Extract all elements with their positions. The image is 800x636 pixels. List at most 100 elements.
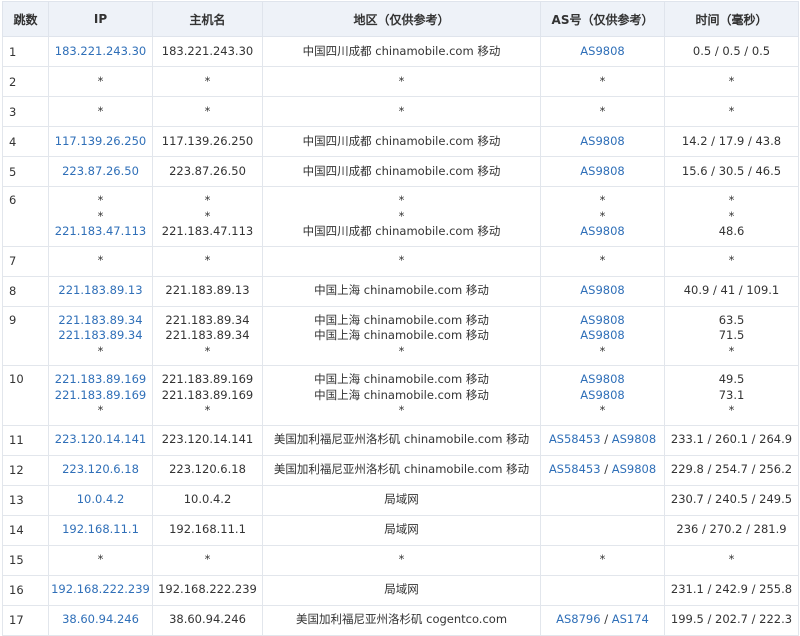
ip-line: 221.183.89.13 xyxy=(51,283,150,299)
region-line: 中国上海 chinamobile.com 移动 xyxy=(314,387,489,402)
host-line: 10.0.4.2 xyxy=(183,492,232,507)
as-cell: AS9808 xyxy=(540,126,665,157)
table-row: 5 223.87.26.50 223.87.26.50 中国四川成都 chinamob… xyxy=(2,156,799,187)
ip-line: 10.0.4.2 xyxy=(51,492,150,508)
time-cell: 40.9 / 41 / 109.1 xyxy=(664,275,799,307)
ip-line: 221.183.89.34 xyxy=(51,328,150,344)
as-link[interactable]: AS8796 xyxy=(556,612,600,626)
as-separator: / xyxy=(600,432,612,447)
ip-line: * xyxy=(97,73,104,88)
ip-link[interactable]: 221.183.89.169 xyxy=(55,372,146,386)
time-cell: 14.2 / 17.9 / 43.8 xyxy=(664,126,799,157)
as-line: AS9808 xyxy=(543,283,662,299)
ip-cell: 221.183.89.13 xyxy=(48,275,153,307)
region-cell: 美国加利福尼亚州洛杉矶 chinamobile.com 移动 xyxy=(262,454,541,486)
ip-link[interactable]: 38.60.94.246 xyxy=(62,612,139,626)
ip-link[interactable]: 192.168.11.1 xyxy=(62,522,139,536)
as-link[interactable]: AS9808 xyxy=(580,328,624,342)
host-line: * xyxy=(204,253,211,268)
region-line: * xyxy=(398,73,405,88)
time-line: * xyxy=(728,552,735,567)
as-cell: AS9808 xyxy=(540,275,665,307)
as-cell: AS9808 AS9808 * xyxy=(540,365,665,426)
ip-link[interactable]: 221.183.89.13 xyxy=(58,283,142,297)
as-line: AS58453 / AS9808 xyxy=(543,432,662,448)
region-cell: 美国加利福尼亚州洛杉矶 cogentco.com xyxy=(262,604,541,636)
ip-line: * xyxy=(97,103,104,118)
ip-cell: 192.168.11.1 xyxy=(48,514,153,546)
region-line: 局域网 xyxy=(384,492,419,507)
time-line: 230.7 / 240.5 / 249.5 xyxy=(670,492,793,507)
as-link[interactable]: AS9808 xyxy=(612,462,656,476)
ip-link[interactable]: 223.120.14.141 xyxy=(55,432,146,446)
ip-line: 221.183.89.34 xyxy=(51,313,150,329)
host-line: * xyxy=(204,208,211,223)
host-line: 223.120.6.18 xyxy=(169,462,246,477)
as-link[interactable]: AS9808 xyxy=(580,283,624,297)
as-line: AS9808 xyxy=(543,313,662,329)
time-line: 48.6 xyxy=(718,224,745,238)
table-row: 16 192.168.222.239 192.168.222.239 局域网 231.1… xyxy=(2,574,799,606)
time-line: 199.5 / 202.7 / 222.3 xyxy=(670,612,793,627)
as-line: * xyxy=(599,343,606,358)
as-link[interactable]: AS58453 xyxy=(549,462,601,476)
table-row: 7 * * * * * xyxy=(2,245,799,277)
hop-cell: 3 xyxy=(2,96,49,127)
as-link[interactable]: AS9808 xyxy=(580,134,624,148)
region-cell: 美国加利福尼亚州洛杉矶 chinamobile.com 移动 xyxy=(262,424,541,456)
ip-line: 221.183.47.113 xyxy=(51,224,150,240)
table-row: 12 223.120.6.18 223.120.6.18 美国加利福尼亚州洛杉矶 ch… xyxy=(2,454,799,486)
ip-link[interactable]: 223.87.26.50 xyxy=(62,164,139,178)
hop-cell: 9 xyxy=(2,305,49,366)
time-line: 0.5 / 0.5 / 0.5 xyxy=(692,43,771,58)
time-line: * xyxy=(728,343,735,358)
time-cell: * xyxy=(664,96,799,127)
host-cell: * xyxy=(152,66,263,97)
as-link[interactable]: AS9808 xyxy=(580,313,624,327)
time-line: * xyxy=(728,103,735,118)
as-link[interactable]: AS9808 xyxy=(612,432,656,446)
as-link[interactable]: AS9808 xyxy=(580,372,624,386)
region-line: * xyxy=(398,552,405,567)
host-line: * xyxy=(204,73,211,88)
table-row: 1 183.221.243.30 183.221.243.30 中国四川成都 chin… xyxy=(2,36,799,67)
ip-link[interactable]: 221.183.47.113 xyxy=(55,224,146,238)
ip-line: 223.120.6.18 xyxy=(51,462,150,478)
ip-link[interactable]: 221.183.89.34 xyxy=(58,313,142,327)
table-row: 13 10.0.4.2 10.0.4.2 局域网 230.7 / 240.5 / 249… xyxy=(2,484,799,516)
region-line: * xyxy=(398,403,405,417)
as-separator: / xyxy=(600,462,612,477)
as-line: * xyxy=(599,103,606,118)
region-line: 中国上海 chinamobile.com 移动 xyxy=(314,283,489,298)
time-line: 63.5 xyxy=(718,312,745,327)
header-time: 时间（毫秒） xyxy=(664,1,799,37)
as-link[interactable]: AS58453 xyxy=(549,432,601,446)
as-cell: * xyxy=(540,66,665,97)
ip-link[interactable]: 183.221.243.30 xyxy=(55,44,146,58)
region-line: 局域网 xyxy=(384,522,419,537)
ip-link[interactable]: 117.139.26.250 xyxy=(55,134,146,148)
time-cell: 233.1 / 260.1 / 264.9 xyxy=(664,424,799,456)
host-cell: 192.168.222.239 xyxy=(152,574,263,606)
region-line: * xyxy=(398,103,405,118)
host-cell: 192.168.11.1 xyxy=(152,514,263,546)
as-link[interactable]: AS9808 xyxy=(580,44,624,58)
ip-link[interactable]: 10.0.4.2 xyxy=(77,492,125,506)
host-line: 221.183.89.34 xyxy=(165,328,250,342)
ip-link[interactable]: 192.168.222.239 xyxy=(51,582,150,596)
as-link[interactable]: AS9808 xyxy=(580,388,624,402)
ip-link[interactable]: 223.120.6.18 xyxy=(62,462,139,476)
time-cell: * xyxy=(664,544,799,576)
region-cell: 中国上海 chinamobile.com 移动 中国上海 chinamobile.… xyxy=(262,305,541,366)
host-cell: * xyxy=(152,245,263,277)
ip-link[interactable]: 221.183.89.34 xyxy=(58,328,142,342)
as-cell xyxy=(540,574,665,606)
ip-line: * xyxy=(97,403,104,417)
as-separator: / xyxy=(600,612,612,627)
region-cell: 中国四川成都 chinamobile.com 移动 xyxy=(262,126,541,157)
as-link[interactable]: AS174 xyxy=(612,612,649,626)
as-link[interactable]: AS9808 xyxy=(580,224,624,238)
table-row: 11 223.120.14.141 223.120.14.141 美国加利福尼亚州洛杉… xyxy=(2,424,799,456)
as-link[interactable]: AS9808 xyxy=(580,164,624,178)
ip-link[interactable]: 221.183.89.169 xyxy=(55,388,146,402)
